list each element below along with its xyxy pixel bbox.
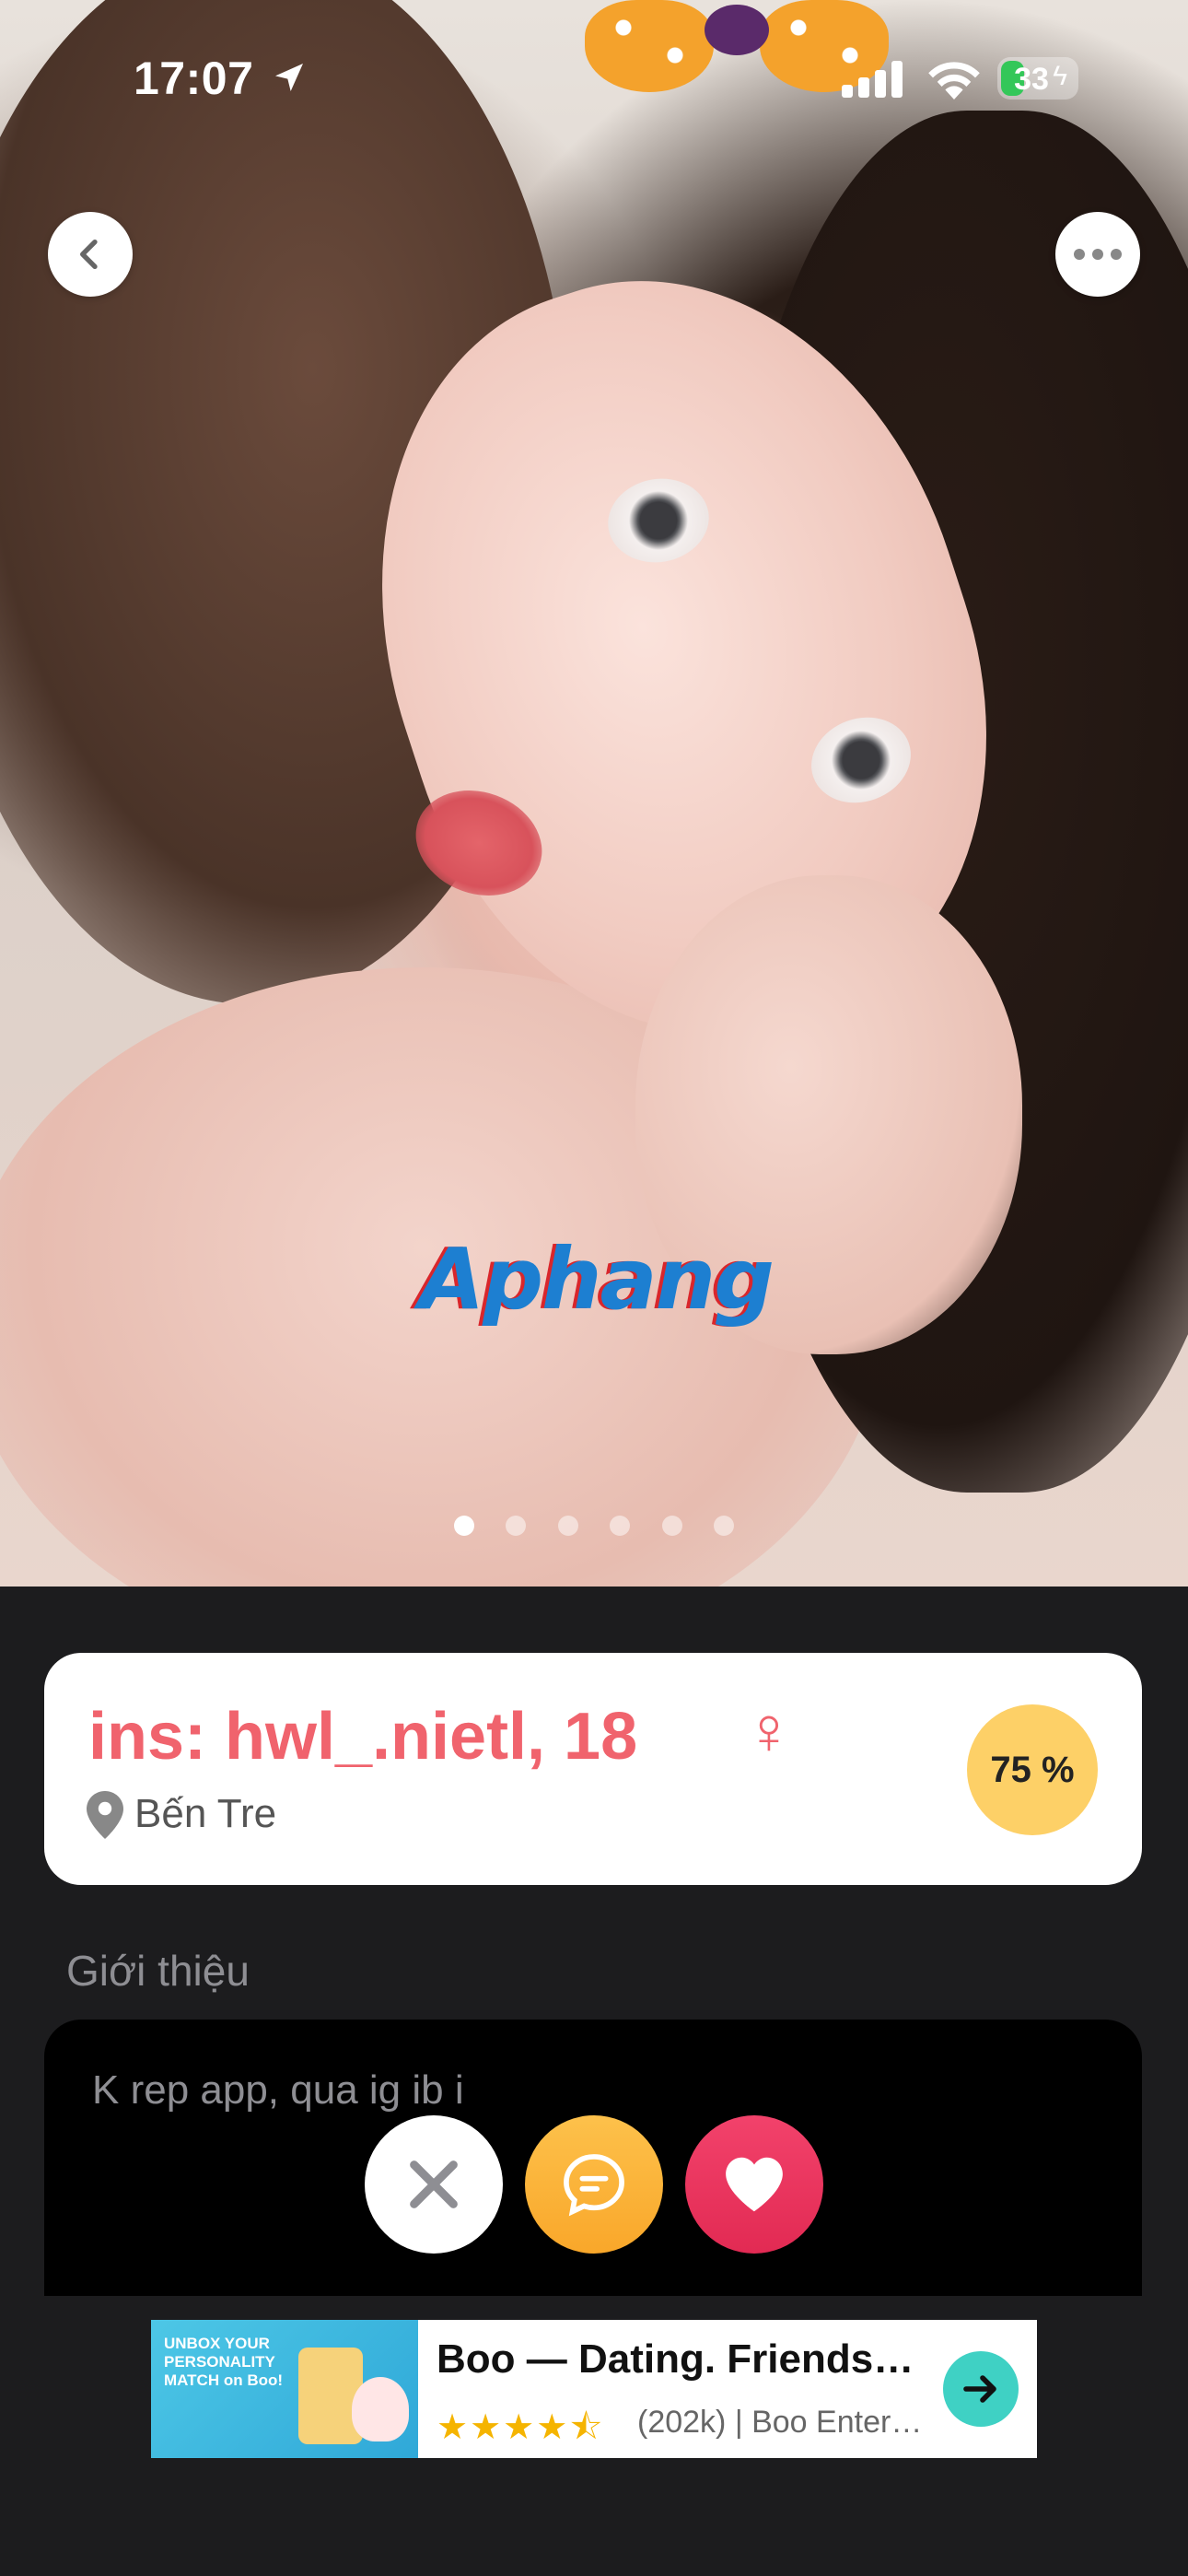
profile-name-age: ins: hwl_.nietl, 18 (88, 1700, 638, 1774)
chat-icon (564, 2154, 624, 2217)
photo-pager (0, 1516, 1188, 1540)
battery-icon: 33 ϟ (997, 57, 1078, 100)
status-bar: 17:07 33 ϟ (0, 0, 1188, 157)
like-button[interactable] (685, 2115, 823, 2254)
pass-button[interactable] (365, 2115, 503, 2254)
match-percent-badge: 75 % (967, 1704, 1098, 1835)
more-icon (1074, 249, 1122, 260)
intro-text: K rep app, qua ig ib i (92, 2067, 464, 2113)
page-dot[interactable] (714, 1516, 735, 1536)
message-button[interactable] (525, 2115, 663, 2254)
page-dot[interactable] (557, 1516, 578, 1536)
charging-icon: ϟ (1053, 61, 1067, 91)
intro-label: Giới thiệu (66, 1947, 250, 1995)
page-dot[interactable] (506, 1516, 527, 1536)
page-dot[interactable] (453, 1516, 474, 1536)
profile-photo[interactable]: Aphang (0, 0, 1188, 1587)
ad-thumb-mascot (352, 2377, 409, 2441)
chevron-left-icon (80, 240, 98, 269)
gender-icon: ♀ (744, 1694, 794, 1768)
location-arrow-icon (275, 64, 303, 91)
ad-install-button[interactable] (943, 2351, 1019, 2427)
arrow-right-icon (963, 2375, 996, 2403)
status-time: 17:07 (134, 53, 254, 104)
wifi-icon (928, 62, 980, 100)
match-percent: 75 % (990, 1749, 1075, 1790)
watermark: Aphang (419, 1230, 775, 1329)
ad-rating-meta: (202k) | Boo Enterprises, Inc. (637, 2405, 923, 2440)
ad-title: Boo — Dating. Friends. Chat. (437, 2336, 915, 2382)
profile-location: Bến Tre (134, 1791, 277, 1836)
page-dot[interactable] (610, 1516, 631, 1536)
ad-thumb-text: UNBOX YOUR PERSONALITY MATCH on Boo! (164, 2335, 284, 2389)
more-options-button[interactable] (1055, 212, 1140, 297)
back-button[interactable] (48, 212, 133, 297)
close-icon (410, 2160, 458, 2208)
ad-thumbnail: UNBOX YOUR PERSONALITY MATCH on Boo! (151, 2320, 418, 2458)
heart-icon (726, 2157, 783, 2212)
signal-icon (842, 61, 903, 98)
location-pin-icon (87, 1791, 123, 1839)
ad-rating-stars: ★★★★⯪ (437, 2408, 605, 2447)
ad-banner[interactable]: UNBOX YOUR PERSONALITY MATCH on Boo! Boo… (151, 2320, 1037, 2458)
profile-card: ins: hwl_.nietl, 18 ♀ Bến Tre 75 % (44, 1653, 1142, 1885)
page-dot[interactable] (661, 1516, 682, 1536)
